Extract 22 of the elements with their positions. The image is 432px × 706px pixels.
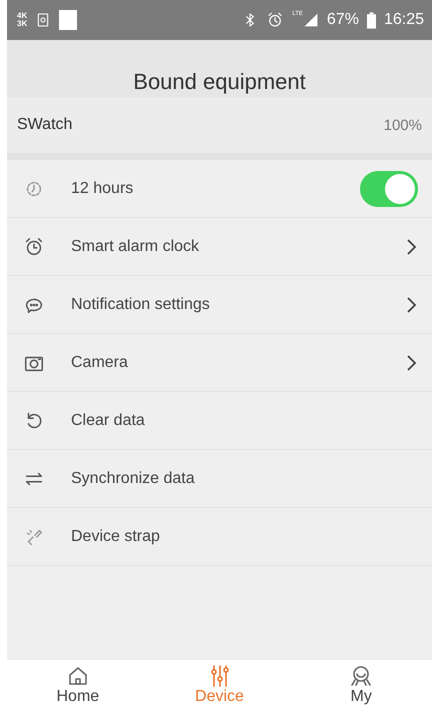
page-title: Bound equipment <box>133 69 306 96</box>
nav-tab[interactable]: My <box>290 660 432 706</box>
person-icon <box>349 664 374 688</box>
alarm-icon <box>266 11 284 29</box>
setting-label: Notification settings <box>71 296 211 314</box>
notification-square-icon <box>59 10 78 30</box>
resolution-label: 4K 3K <box>17 12 28 28</box>
toggle-switch[interactable] <box>360 170 418 206</box>
setting-label: Clear data <box>71 412 146 430</box>
battery-icon <box>366 12 376 28</box>
nav-tab[interactable]: Home <box>7 660 149 706</box>
clock-time: 16:25 <box>384 11 424 29</box>
setting-label: Synchronize data <box>71 470 196 488</box>
signal-icon <box>302 12 319 28</box>
setting-label: Smart alarm clock <box>71 238 200 256</box>
device-battery: 100% <box>384 116 422 134</box>
device-name: SWatch <box>17 116 72 134</box>
setting-label: Device strap <box>71 528 161 546</box>
alarm-clock-icon <box>23 236 45 258</box>
battery-percent: 67% <box>326 11 359 29</box>
setting-label: 12 hours <box>71 180 134 198</box>
setting-label: Camera <box>71 354 129 372</box>
